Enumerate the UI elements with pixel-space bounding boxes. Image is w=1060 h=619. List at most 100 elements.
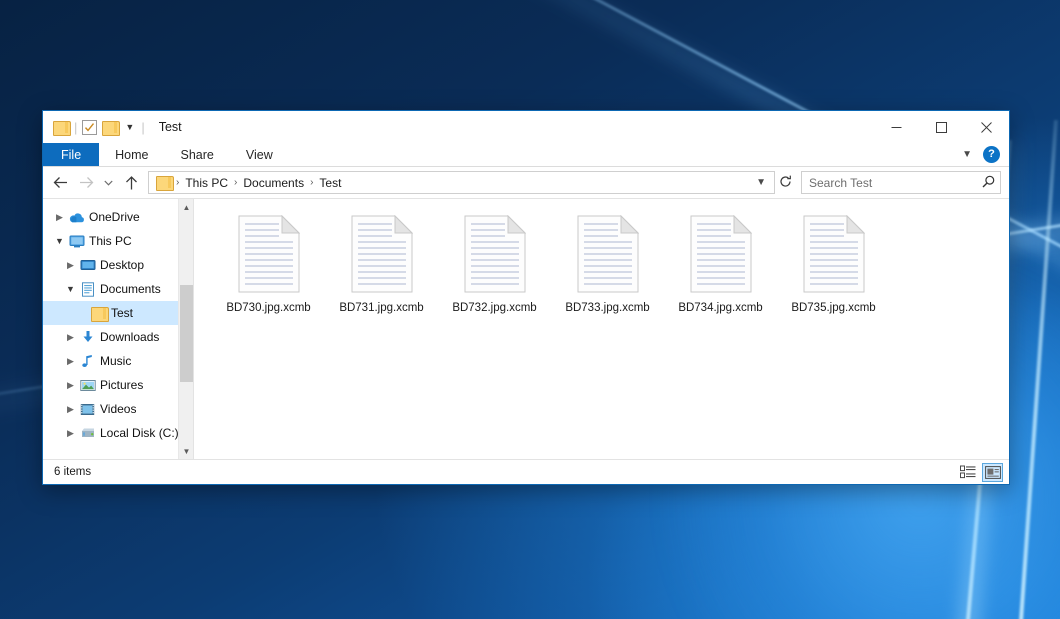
chevron-right-icon[interactable]: ▶ — [51, 212, 68, 223]
music-note-icon — [79, 354, 96, 368]
desktop-wallpaper: | ▼ | Test — [0, 0, 1060, 619]
file-grid: BD730.jpg.xcmb — [212, 211, 1009, 320]
sidebar-item-this-pc[interactable]: ▼ This PC — [43, 229, 193, 253]
downloads-arrow-icon — [79, 330, 96, 344]
sidebar-item-onedrive[interactable]: ▶ OneDrive — [43, 205, 193, 229]
tab-share[interactable]: Share — [165, 143, 230, 166]
tab-file[interactable]: File — [43, 143, 99, 166]
generic-document-icon — [577, 215, 639, 293]
help-icon[interactable]: ? — [983, 146, 1000, 163]
generic-document-icon — [238, 215, 300, 293]
new-folder-icon[interactable] — [102, 121, 118, 134]
close-button[interactable] — [964, 111, 1009, 143]
scrollbar-down-arrow[interactable]: ▼ — [179, 443, 193, 459]
file-item[interactable]: BD732.jpg.xcmb — [438, 211, 551, 320]
sidebar-item-downloads[interactable]: ▶ Downloads — [43, 325, 193, 349]
quick-access-toolbar: | ▼ | Test — [43, 120, 182, 135]
properties-checkmark-icon[interactable] — [82, 120, 97, 135]
onedrive-cloud-icon — [68, 211, 85, 224]
status-bar: 6 items — [43, 459, 1009, 484]
folder-icon — [90, 307, 107, 320]
file-name-label: BD731.jpg.xcmb — [339, 302, 423, 314]
pictures-icon — [79, 379, 96, 392]
sidebar-item-label: Documents — [100, 282, 161, 296]
chevron-right-icon[interactable]: ▶ — [62, 356, 79, 367]
ribbon-tab-bar: File Home Share View ▼ ? — [43, 143, 1009, 167]
chevron-down-icon[interactable]: ▼ — [62, 284, 79, 294]
sidebar-item-videos[interactable]: ▶ Videos — [43, 397, 193, 421]
file-explorer-window: | ▼ | Test — [42, 110, 1010, 485]
sidebar-item-music[interactable]: ▶ Music — [43, 349, 193, 373]
minimize-button[interactable] — [874, 111, 919, 143]
file-name-label: BD735.jpg.xcmb — [791, 302, 875, 314]
search-icon[interactable] — [982, 175, 995, 191]
chevron-right-icon[interactable]: ▶ — [62, 428, 79, 439]
generic-document-icon — [464, 215, 526, 293]
sidebar-item-local-disk-c[interactable]: ▶ Local Disk (C:) — [43, 421, 193, 445]
file-name-label: BD730.jpg.xcmb — [226, 302, 310, 314]
breadcrumb-this-pc[interactable]: This PC — [180, 176, 233, 190]
sidebar-item-label: This PC — [89, 234, 132, 248]
breadcrumb-documents[interactable]: Documents — [238, 176, 309, 190]
this-pc-monitor-icon — [68, 235, 85, 248]
file-item[interactable]: BD733.jpg.xcmb — [551, 211, 664, 320]
chevron-down-icon[interactable]: ▼ — [958, 149, 976, 160]
qat-divider-1: | — [74, 121, 77, 134]
file-item[interactable]: BD735.jpg.xcmb — [777, 211, 890, 320]
scrollbar-thumb[interactable] — [180, 285, 193, 382]
view-mode-buttons — [957, 463, 1003, 482]
address-dropdown-icon[interactable]: ▼ — [750, 177, 772, 188]
chevron-down-icon[interactable]: ▼ — [123, 123, 136, 132]
file-item[interactable]: BD730.jpg.xcmb — [212, 211, 325, 320]
back-button[interactable] — [47, 171, 73, 195]
file-list-view[interactable]: BD730.jpg.xcmb — [193, 199, 1009, 459]
chevron-right-icon[interactable]: ▶ — [62, 404, 79, 415]
maximize-button[interactable] — [919, 111, 964, 143]
sidebar-item-pictures[interactable]: ▶ Pictures — [43, 373, 193, 397]
up-button[interactable] — [118, 171, 144, 195]
sidebar-item-label: Pictures — [100, 378, 143, 392]
chevron-down-icon[interactable]: ▼ — [51, 236, 68, 246]
item-count-label: 6 items — [54, 466, 91, 478]
details-view-button[interactable] — [957, 463, 978, 482]
breadcrumb-test[interactable]: Test — [314, 176, 346, 190]
large-icons-view-button[interactable] — [982, 463, 1003, 482]
search-box[interactable] — [801, 171, 1001, 194]
sidebar-item-documents[interactable]: ▼ Documents — [43, 277, 193, 301]
file-name-label: BD732.jpg.xcmb — [452, 302, 536, 314]
generic-document-icon — [351, 215, 413, 293]
file-item[interactable]: BD731.jpg.xcmb — [325, 211, 438, 320]
navigation-pane-scrollbar[interactable]: ▲ ▼ — [178, 199, 193, 459]
breadcrumb: This PC › Documents › Test — [180, 176, 750, 190]
generic-document-icon — [690, 215, 752, 293]
refresh-icon[interactable] — [775, 175, 799, 191]
qat-divider-2: | — [141, 121, 144, 134]
generic-document-icon — [803, 215, 865, 293]
folder-icon[interactable] — [53, 121, 69, 134]
sidebar-item-desktop[interactable]: ▶ Desktop — [43, 253, 193, 277]
search-input[interactable] — [809, 176, 982, 190]
recent-locations-button[interactable] — [99, 171, 118, 195]
window-title: Test — [159, 120, 182, 134]
sidebar-item-label: Downloads — [100, 330, 159, 344]
file-name-label: BD733.jpg.xcmb — [565, 302, 649, 314]
file-item[interactable]: BD734.jpg.xcmb — [664, 211, 777, 320]
address-path-box[interactable]: › This PC › Documents › Test ▼ — [148, 171, 775, 194]
scrollbar-up-arrow[interactable]: ▲ — [179, 199, 193, 215]
chevron-right-icon[interactable]: ▶ — [62, 380, 79, 391]
address-bar: › This PC › Documents › Test ▼ — [43, 167, 1009, 198]
sidebar-item-label: Local Disk (C:) — [100, 426, 179, 440]
chevron-right-icon[interactable]: ▶ — [62, 332, 79, 343]
sidebar-item-test[interactable]: Test — [43, 301, 193, 325]
hard-drive-icon — [79, 427, 96, 440]
window-controls — [874, 111, 1009, 143]
forward-button[interactable] — [73, 171, 99, 195]
sidebar-item-label: Test — [111, 306, 133, 320]
videos-film-icon — [79, 403, 96, 416]
desktop-icon — [79, 259, 96, 272]
tab-home[interactable]: Home — [99, 143, 164, 166]
explorer-body: ▶ OneDrive ▼ — [43, 198, 1009, 459]
chevron-right-icon[interactable]: ▶ — [62, 260, 79, 271]
tab-view[interactable]: View — [230, 143, 289, 166]
sidebar-item-label: Desktop — [100, 258, 144, 272]
